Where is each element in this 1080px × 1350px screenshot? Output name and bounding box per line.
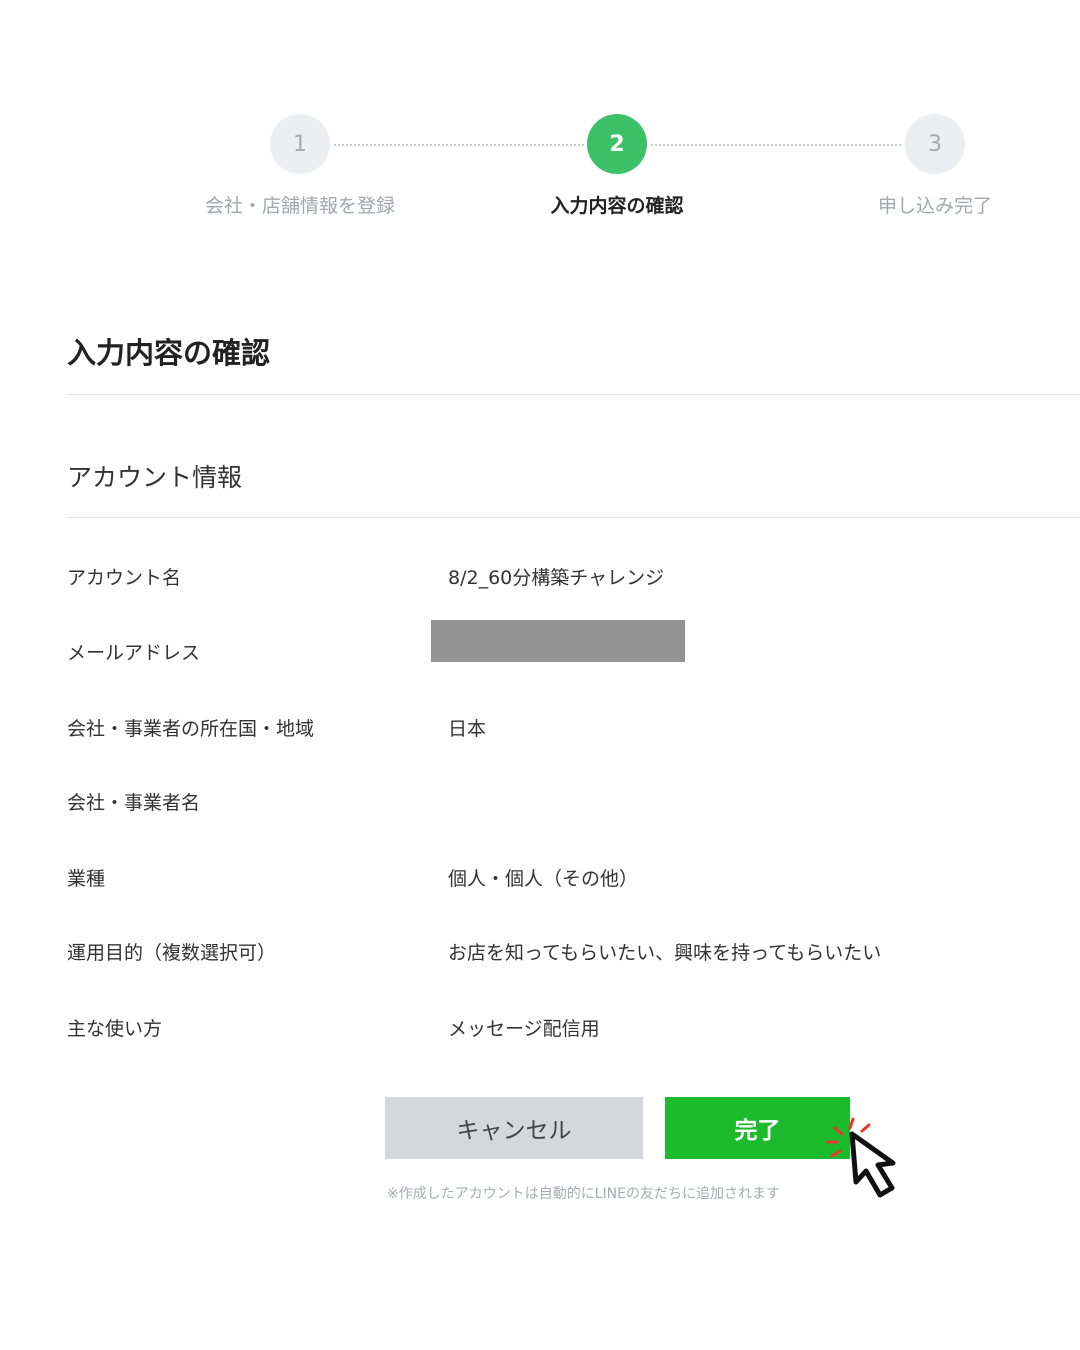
step-label: 会社・店舗情報を登録	[204, 195, 395, 217]
section-title: アカウント情報	[67, 463, 243, 492]
field-row-country: 会社・事業者の所在国・地域 日本	[67, 714, 1067, 744]
step-number-circle: 2	[587, 114, 647, 174]
redacted-email-block	[431, 620, 685, 662]
complete-button[interactable]: 完了	[665, 1097, 850, 1159]
field-value: メッセージ配信用	[448, 1018, 600, 1040]
cancel-button[interactable]: キャンセル	[385, 1097, 643, 1159]
step-label: 申し込み完了	[877, 195, 992, 217]
field-label: 会社・事業者の所在国・地域	[67, 718, 315, 740]
divider	[66, 394, 1080, 395]
field-value: 日本	[448, 718, 487, 740]
field-row-email: メールアドレス	[67, 620, 1067, 668]
field-label: 運用目的（複数選択可）	[67, 942, 277, 964]
field-label: 会社・事業者名	[67, 792, 201, 814]
step-number-circle: 1	[270, 114, 330, 174]
page-title: 入力内容の確認	[67, 336, 271, 370]
field-value: 個人・個人（その他）	[448, 868, 639, 890]
hand-pointer-click-icon	[826, 1117, 896, 1198]
field-label: 主な使い方	[67, 1018, 163, 1040]
footnote: ※作成したアカウントは自動的にLINEの友だちに追加されます	[387, 1186, 780, 1202]
step-label: 入力内容の確認	[550, 195, 684, 217]
field-value: 8/2_60分構築チャレンジ	[448, 567, 665, 589]
step-1: 1 会社・店舗情報を登録	[180, 114, 420, 218]
field-value: お店を知ってもらいたい、興味を持ってもらいたい	[448, 942, 882, 964]
progress-stepper: 1 会社・店舗情報を登録 2 入力内容の確認 3 申し込み完了	[0, 0, 1080, 240]
field-row-industry: 業種 個人・個人（その他）	[67, 864, 1067, 894]
divider	[66, 517, 1080, 518]
step-2: 2 入力内容の確認	[497, 114, 737, 218]
field-label: メールアドレス	[67, 642, 201, 664]
field-row-main-usage: 主な使い方 メッセージ配信用	[67, 1014, 1067, 1044]
field-row-purpose: 運用目的（複数選択可） お店を知ってもらいたい、興味を持ってもらいたい	[67, 938, 1067, 968]
step-3: 3 申し込み完了	[815, 114, 1055, 218]
field-row-company-name: 会社・事業者名	[67, 788, 1067, 818]
field-label: 業種	[67, 868, 106, 890]
field-label: アカウント名	[67, 567, 182, 589]
step-number-circle: 3	[905, 114, 965, 174]
field-row-account-name: アカウント名 8/2_60分構築チャレンジ	[67, 563, 1067, 593]
